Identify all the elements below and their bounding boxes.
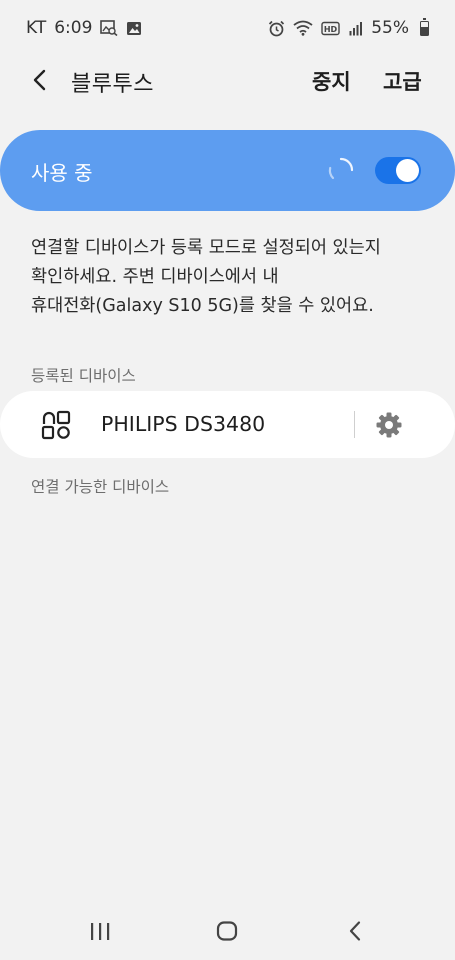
device-name: PHILIPS DS3480: [101, 412, 266, 436]
toggle-label: 사용 중: [31, 161, 93, 185]
home-button[interactable]: [215, 919, 239, 947]
battery-percent: 55%: [371, 18, 409, 38]
recent-apps-button[interactable]: [88, 919, 112, 947]
home-icon: [216, 921, 238, 941]
status-bar: KT 6:09 HD 55%: [0, 0, 455, 56]
page-title: 블루투스: [71, 72, 154, 97]
recent-apps-icon: [91, 923, 110, 940]
status-right: HD 55%: [268, 17, 429, 38]
gear-icon: [376, 412, 402, 438]
available-devices-header: 연결 가능한 디바이스: [31, 478, 170, 496]
alarm-icon: [268, 20, 285, 37]
bluetooth-switch[interactable]: [375, 157, 421, 184]
wifi-icon: [293, 20, 313, 36]
navigation-bar: [0, 905, 455, 960]
app-bar: 블루투스 중지 고급: [0, 56, 455, 104]
advanced-button[interactable]: 고급: [383, 66, 422, 96]
switch-knob: [396, 159, 419, 182]
registered-devices-header: 등록된 디바이스: [31, 367, 136, 385]
chevron-left-icon: [33, 69, 46, 91]
description-line-1: 연결할 디바이스가 등록 모드로 설정되어 있는지: [31, 238, 381, 258]
description-line-2: 확인하세요. 주변 디바이스에서 내: [31, 267, 279, 287]
status-time: 6:09: [54, 18, 93, 38]
device-row[interactable]: PHILIPS DS3480: [0, 391, 455, 458]
svg-text:HD: HD: [324, 25, 338, 34]
status-left: KT 6:09: [26, 18, 142, 38]
stop-button[interactable]: 중지: [312, 66, 351, 96]
speaker-icon: [41, 410, 71, 440]
nav-back-button[interactable]: [344, 919, 368, 947]
loading-spinner-icon: [328, 157, 354, 180]
battery-icon: [420, 17, 429, 36]
bluetooth-description: 연결할 디바이스가 등록 모드로 설정되어 있는지 확인하세요. 주변 디바이스…: [31, 234, 431, 321]
description-line-3: 휴대전화(Galaxy S10 5G)를 찾을 수 있어요.: [31, 296, 374, 316]
back-button[interactable]: [26, 66, 54, 94]
carrier-label: KT: [26, 18, 47, 38]
signal-icon: [349, 21, 363, 36]
hd-icon: HD: [321, 21, 341, 36]
back-icon: [349, 921, 361, 941]
image-icon: [126, 21, 142, 36]
device-divider: [354, 411, 355, 438]
device-settings-button[interactable]: [375, 411, 403, 439]
gallery-search-icon: [100, 20, 118, 36]
